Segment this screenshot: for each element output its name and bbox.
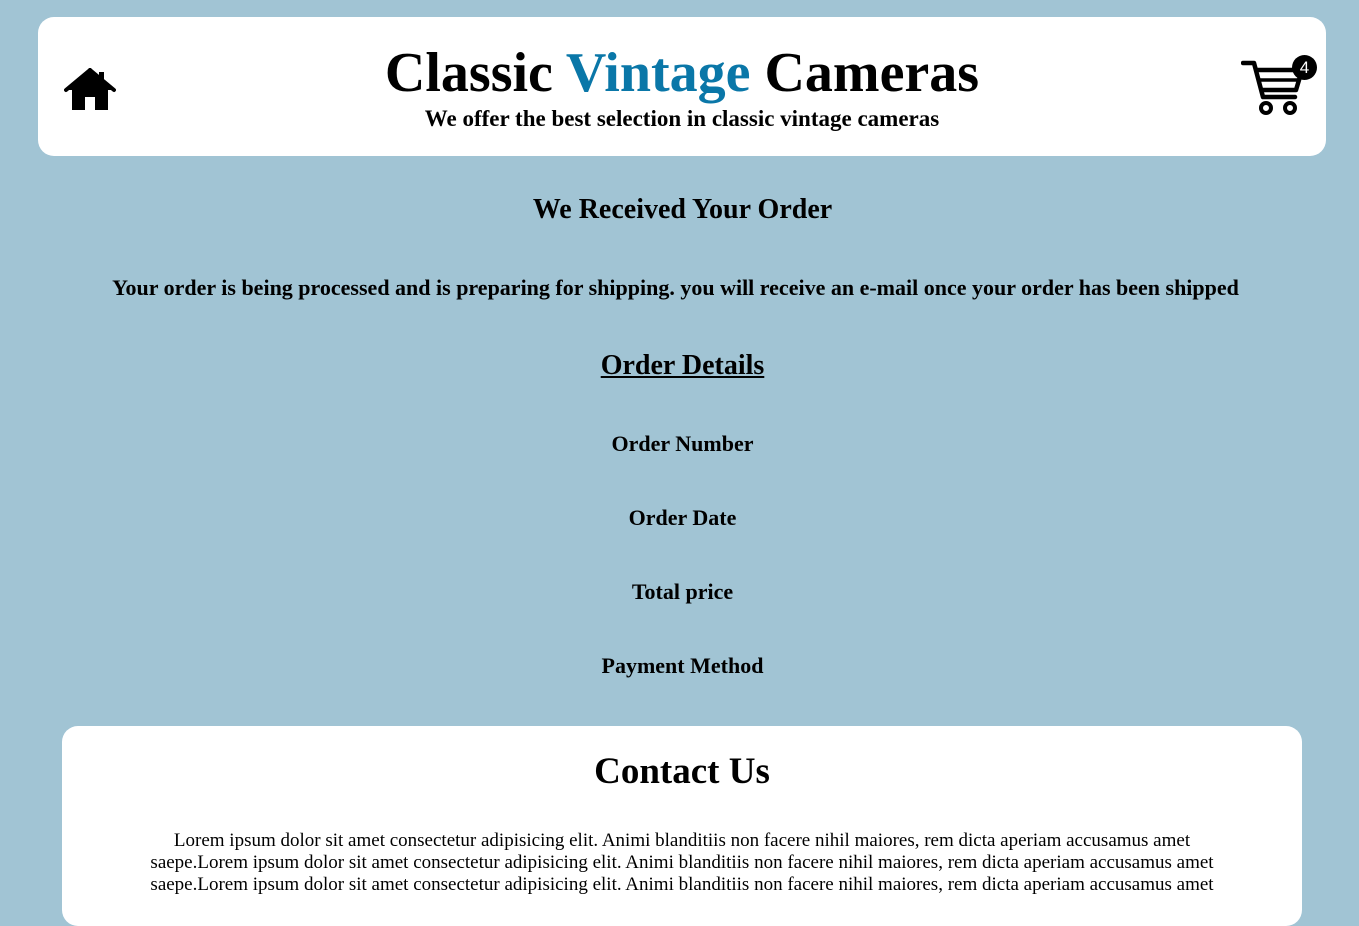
contact-body-text: Lorem ipsum dolor sit amet consectetur a…	[150, 830, 1214, 895]
site-title-part1: Classic	[384, 42, 566, 104]
site-title-accent: Vintage	[565, 42, 751, 104]
payment-method-label: Payment Method	[601, 653, 764, 678]
order-status-message: Your order is being processed and is pre…	[112, 275, 1239, 300]
site-title: Classic Vintage Cameras	[38, 39, 1326, 107]
cart-count-badge: 4	[1292, 55, 1317, 80]
site-title-part2: Cameras	[750, 42, 980, 104]
site-header: Classic Vintage Cameras We offer the bes…	[38, 17, 1326, 156]
contact-section: Contact Us Lorem ipsum dolor sit amet co…	[62, 726, 1302, 926]
contact-title: Contact Us	[594, 751, 770, 792]
order-number-label: Order Number	[611, 431, 754, 456]
total-price-label: Total price	[631, 579, 734, 604]
site-subtitle: We offer the best selection in classic v…	[424, 106, 940, 131]
cart-button[interactable]: 4	[1241, 55, 1317, 117]
order-date-label: Order Date	[628, 505, 737, 530]
order-received-heading: We Received Your Order	[532, 194, 833, 225]
order-details-heading: Order Details	[600, 350, 765, 381]
